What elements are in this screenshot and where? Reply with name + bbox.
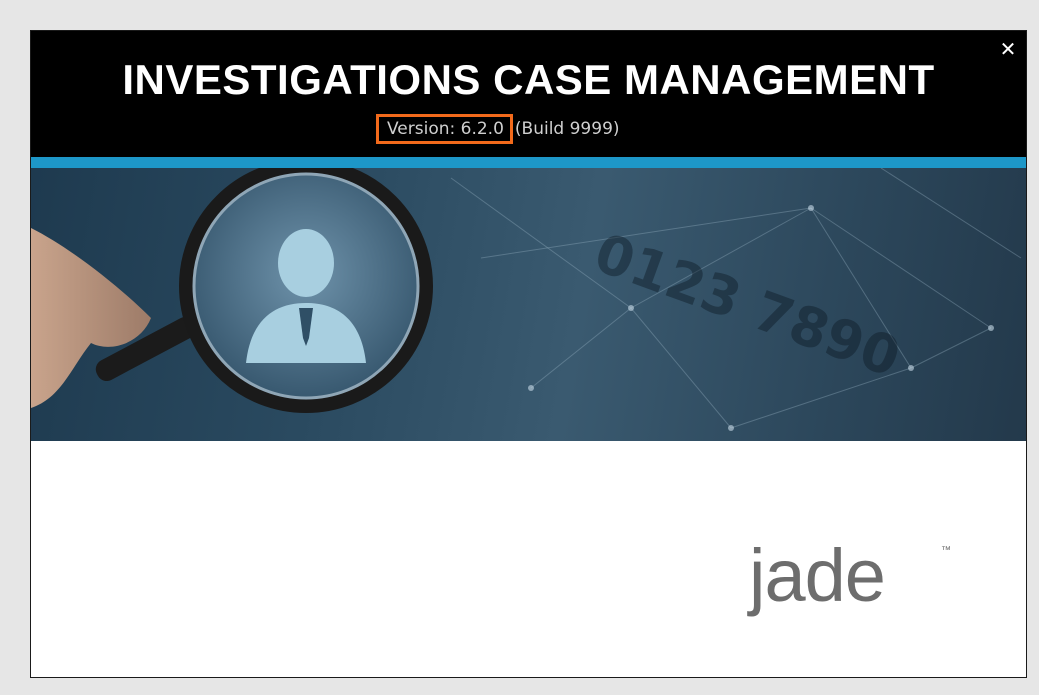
app-title: INVESTIGATIONS CASE MANAGEMENT <box>122 56 935 103</box>
magnifying-glass-person-icon: 0123 7890 <box>31 168 1022 431</box>
version-line: Version: 6.2.0 (Build 9999) <box>376 114 620 144</box>
banner-image: 0123 7890 <box>31 168 1026 441</box>
header: INVESTIGATIONS CASE MANAGEMENT Version: … <box>31 31 1026 157</box>
accent-bar <box>31 157 1026 168</box>
version-label: Version: 6.2.0 <box>387 119 504 139</box>
trademark-symbol: ™ <box>941 545 951 556</box>
build-label: (Build 9999) <box>514 119 620 139</box>
close-icon: ✕ <box>999 37 1017 61</box>
version-highlight-box: Version: 6.2.0 <box>376 114 513 144</box>
svg-text:0123 7890: 0123 7890 <box>587 221 909 389</box>
splash-window: INVESTIGATIONS CASE MANAGEMENT Version: … <box>30 30 1027 678</box>
close-button[interactable]: ✕ <box>998 39 1018 59</box>
jade-logo: jade <box>749 534 886 617</box>
